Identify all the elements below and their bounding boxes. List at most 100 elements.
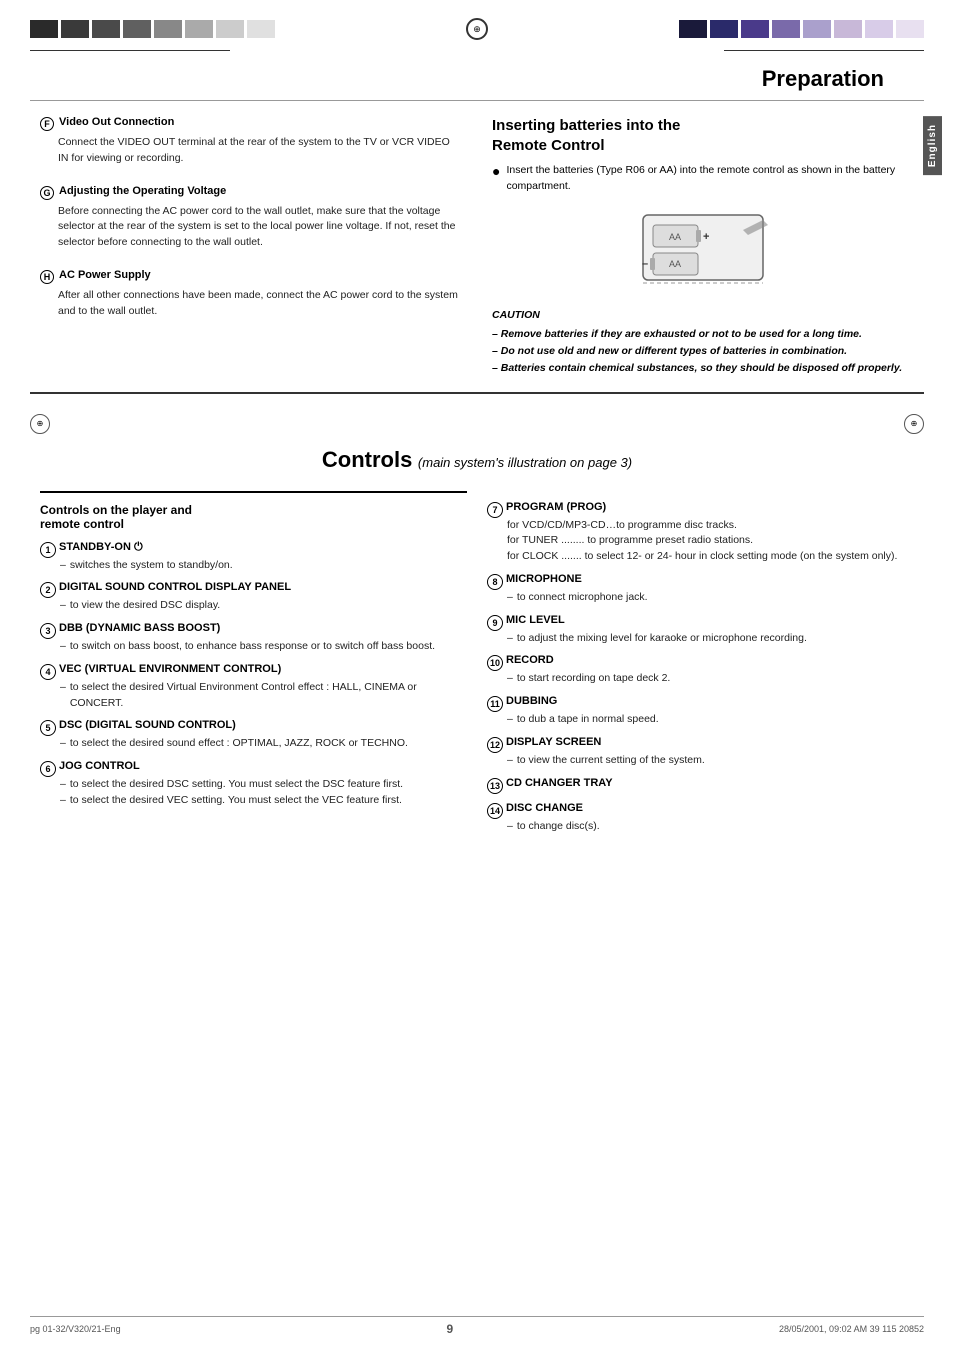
section-video-out: F Video Out Connection Connect the VIDEO…: [40, 116, 462, 167]
battery-title-line1: Inserting batteries into the: [492, 117, 680, 134]
controls-panel-heading: Controls on the player and remote contro…: [40, 503, 467, 531]
ctrl-item-13: 13 CD CHANGER TRAY: [487, 777, 914, 794]
ctrl-name-2: DIGITAL SOUND CONTROL DISPLAY PANEL: [59, 581, 291, 593]
ctrl-header-13: 13 CD CHANGER TRAY: [487, 777, 914, 794]
ctrl-desc-text-8: to connect microphone jack.: [517, 590, 648, 606]
section-body-g: Before connecting the AC power cord to t…: [40, 204, 462, 251]
section-circle-f: F: [40, 117, 54, 131]
ctrl-item-4: 4 VEC (VIRTUAL ENVIRONMENT CONTROL) – to…: [40, 663, 467, 712]
section-id-h: H: [44, 272, 51, 282]
ctrl-desc-7b: for TUNER ........ to programme preset r…: [487, 533, 914, 549]
caution-item-3: – Batteries contain chemical substances,…: [492, 360, 914, 377]
ctrl-header-3: 3 DBB (DYNAMIC BASS BOOST): [40, 622, 467, 639]
dash-icon: –: [60, 598, 66, 614]
ctrl-desc-text-5: to select the desired sound effect : OPT…: [70, 736, 408, 752]
bar-segment: [30, 20, 58, 38]
ctrl-desc-5: – to select the desired sound effect : O…: [40, 736, 467, 752]
ctrl-desc-7a: for VCD/CD/MP3-CD…to programme disc trac…: [487, 518, 914, 534]
ctrl-num-9: 9: [487, 615, 503, 631]
svg-text:AA: AA: [669, 232, 681, 242]
left-bar-group: [30, 18, 275, 40]
ctrl-num-12: 12: [487, 737, 503, 753]
battery-instruction-text: Insert the batteries (Type R06 or AA) in…: [506, 163, 914, 195]
ctrl-num-5: 5: [40, 720, 56, 736]
bar-segment: [741, 20, 769, 38]
ctrl-name-9: MIC LEVEL: [506, 614, 565, 626]
ctrl-num-6: 6: [40, 761, 56, 777]
page-footer: pg 01-32/V320/21-Eng 9 28/05/2001, 09:02…: [30, 1316, 924, 1336]
section-title-h: AC Power Supply: [59, 269, 151, 281]
ctrl-desc-8: – to connect microphone jack.: [487, 590, 914, 606]
ctrl-item-6: 6 JOG CONTROL – to select the desired DS…: [40, 760, 467, 809]
controls-left-panel: Controls on the player and remote contro…: [40, 491, 467, 843]
ctrl-desc-6a: – to select the desired DSC setting. You…: [40, 777, 467, 793]
dash-icon: –: [507, 712, 513, 728]
section-body-h: After all other connections have been ma…: [40, 288, 462, 320]
section-circle-g: G: [40, 186, 54, 200]
standby-icon: ⏻: [134, 541, 143, 553]
ctrl-header-8: 8 MICROPHONE: [487, 573, 914, 590]
top-lines: [0, 50, 954, 51]
ctrl-name-3: DBB (DYNAMIC BASS BOOST): [59, 622, 220, 634]
dash-icon: –: [507, 753, 513, 769]
battery-instruction: ● Insert the batteries (Type R06 or AA) …: [492, 163, 914, 195]
bar-segment: [679, 20, 707, 38]
ctrl-header-4: 4 VEC (VIRTUAL ENVIRONMENT CONTROL): [40, 663, 467, 680]
ctrl-header-6: 6 JOG CONTROL: [40, 760, 467, 777]
section-header-h: H AC Power Supply: [40, 269, 462, 284]
battery-section-title: Inserting batteries into the Remote Cont…: [492, 116, 914, 155]
ctrl-name-6: JOG CONTROL: [59, 760, 140, 772]
ctrl-desc-text-9: to adjust the mixing level for karaoke o…: [517, 631, 807, 647]
caution-title: CAUTION: [492, 307, 914, 324]
bar-segment: [710, 20, 738, 38]
ctrl-desc-10: – to start recording on tape deck 2.: [487, 671, 914, 687]
dash-icon: –: [60, 639, 66, 655]
battery-image: AA AA + –: [492, 205, 914, 295]
ctrl-num-1: 1: [40, 542, 56, 558]
left-column: F Video Out Connection Connect the VIDEO…: [40, 116, 462, 377]
bar-segment: [61, 20, 89, 38]
ctrl-item-11: 11 DUBBING – to dub a tape in normal spe…: [487, 695, 914, 728]
main-content-top: F Video Out Connection Connect the VIDEO…: [0, 101, 954, 377]
ctrl-header-9: 9 MIC LEVEL: [487, 614, 914, 631]
ctrl-desc-text-12: to view the current setting of the syste…: [517, 753, 705, 769]
ctrl-desc-text-6a: to select the desired DSC setting. You m…: [70, 777, 403, 793]
ctrl-name-10: RECORD: [506, 654, 554, 666]
ctrl-item-12: 12 DISPLAY SCREEN – to view the current …: [487, 736, 914, 769]
section-voltage: G Adjusting the Operating Voltage Before…: [40, 185, 462, 251]
section-body-f: Connect the VIDEO OUT terminal at the re…: [40, 135, 462, 167]
compass-icon: ⊕: [466, 18, 488, 40]
ctrl-item-5: 5 DSC (DIGITAL SOUND CONTROL) – to selec…: [40, 719, 467, 752]
bar-segment: [154, 20, 182, 38]
battery-svg: AA AA + –: [623, 205, 783, 295]
ctrl-desc-1: – switches the system to standby/on.: [40, 558, 467, 574]
caution-block: CAUTION – Remove batteries if they are e…: [492, 307, 914, 377]
footer-left: pg 01-32/V320/21-Eng: [30, 1324, 121, 1334]
ctrl-name-13: CD CHANGER TRAY: [506, 777, 613, 789]
page-divider: [30, 392, 924, 394]
ctrl-header-2: 2 DIGITAL SOUND CONTROL DISPLAY PANEL: [40, 581, 467, 598]
ctrl-item-8: 8 MICROPHONE – to connect microphone jac…: [487, 573, 914, 606]
ctrl-name-8: MICROPHONE: [506, 573, 582, 585]
bar-segment: [865, 20, 893, 38]
bar-segment: [896, 20, 924, 38]
page-title-bar: Preparation: [30, 56, 924, 101]
controls-content: Controls on the player and remote contro…: [0, 481, 954, 853]
ctrl-name-1: STANDBY-ON ⏻: [59, 541, 143, 554]
ctrl-desc-text-11: to dub a tape in normal speed.: [517, 712, 659, 728]
ctrl-num-8: 8: [487, 574, 503, 590]
ctrl-desc-14: – to change disc(s).: [487, 819, 914, 835]
caution-item-1: – Remove batteries if they are exhausted…: [492, 326, 914, 343]
section-header-g: G Adjusting the Operating Voltage: [40, 185, 462, 200]
ctrl-item-9: 9 MIC LEVEL – to adjust the mixing level…: [487, 614, 914, 647]
ctrl-header-1: 1 STANDBY-ON ⏻: [40, 541, 467, 558]
ctrl-desc-text-6b: to select the desired VEC setting. You m…: [70, 793, 402, 809]
mid-compass-row: ⊕ ⊕: [0, 409, 954, 439]
svg-text:–: –: [642, 258, 648, 270]
bar-segment: [834, 20, 862, 38]
section-title-g: Adjusting the Operating Voltage: [59, 185, 226, 197]
ctrl-item-7: 7 PROGRAM (PROG) for VCD/CD/MP3-CD…to pr…: [487, 501, 914, 565]
bar-segment: [803, 20, 831, 38]
dash-icon: –: [507, 671, 513, 687]
ctrl-item-14: 14 DISC CHANGE – to change disc(s).: [487, 802, 914, 835]
